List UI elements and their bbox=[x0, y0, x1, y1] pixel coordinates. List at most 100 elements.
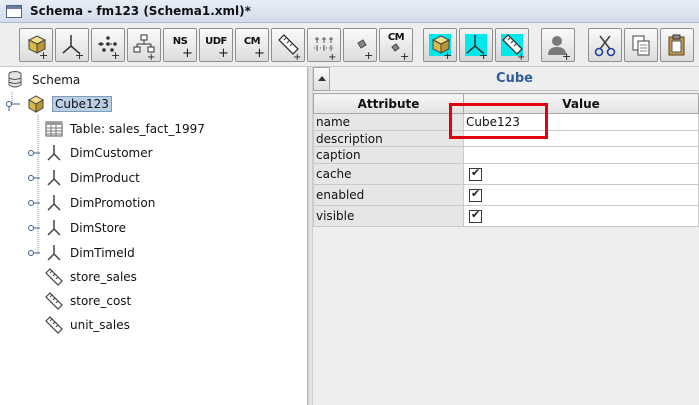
description-value-field[interactable] bbox=[463, 130, 699, 147]
tree-item-cube[interactable]: Cube123 bbox=[6, 94, 112, 114]
table-row: caption bbox=[313, 146, 699, 164]
title-bar: Schema - fm123 (Schema1.xml)* bbox=[0, 0, 699, 23]
svg-text:+: + bbox=[517, 52, 525, 63]
dimension-icon bbox=[44, 243, 64, 263]
window-title: Schema - fm123 (Schema1.xml)* bbox=[30, 4, 251, 18]
window-icon bbox=[6, 5, 22, 18]
property-icon: + bbox=[357, 39, 373, 62]
add-virtual-dimension-button[interactable]: + bbox=[459, 28, 493, 62]
caption-value-field[interactable] bbox=[463, 146, 699, 164]
tree-item-dimension[interactable]: DimStore bbox=[28, 218, 126, 238]
column-header-value[interactable]: Value bbox=[463, 93, 699, 114]
add-virtual-cube-button[interactable]: + bbox=[423, 28, 457, 62]
expand-handle-icon[interactable] bbox=[28, 172, 40, 184]
svg-text:+: + bbox=[562, 50, 571, 63]
tree-item-label: Table: sales_fact_1997 bbox=[70, 122, 205, 136]
toolbar: + + + + NS + UDF + CM + + + + CM + + + +… bbox=[0, 23, 699, 67]
svg-text:+: + bbox=[443, 49, 452, 62]
measure-icon bbox=[44, 315, 64, 335]
add-measure-button[interactable]: + bbox=[271, 28, 305, 63]
svg-text:+: + bbox=[39, 49, 48, 62]
dimension-icon bbox=[44, 168, 64, 188]
parameter-icon: + bbox=[314, 37, 336, 63]
tree-item-measure[interactable]: unit_sales bbox=[44, 315, 130, 335]
measure-icon bbox=[44, 267, 64, 287]
plus-icon: + bbox=[254, 46, 265, 61]
add-role-button[interactable]: + bbox=[541, 28, 575, 63]
tree-item-label: unit_sales bbox=[70, 318, 130, 332]
copy-button[interactable] bbox=[624, 28, 658, 62]
expand-handle-icon[interactable] bbox=[28, 147, 40, 159]
tree-item-label: DimCustomer bbox=[70, 146, 153, 160]
name-value-field[interactable]: Cube123 bbox=[463, 113, 699, 131]
add-property-button[interactable]: + bbox=[343, 28, 377, 62]
svg-text:+: + bbox=[293, 52, 301, 63]
expand-handle-icon[interactable] bbox=[28, 247, 40, 259]
collapse-button[interactable] bbox=[313, 67, 330, 91]
add-named-set-button[interactable]: NS + bbox=[163, 28, 197, 62]
svg-text:+: + bbox=[364, 49, 373, 62]
attribute-name-cell: description bbox=[313, 130, 464, 147]
properties-table: Attribute Value name Cube123 description… bbox=[313, 93, 699, 227]
cache-value-cell bbox=[463, 163, 699, 185]
plus-icon: + bbox=[182, 46, 193, 61]
add-parameter-button[interactable]: + bbox=[307, 28, 341, 63]
table-row: cache bbox=[313, 163, 699, 185]
add-dimension-button[interactable]: + bbox=[55, 28, 89, 62]
attribute-name-cell: caption bbox=[313, 146, 464, 164]
gem-icon: + bbox=[391, 43, 409, 63]
enabled-checkbox[interactable] bbox=[469, 187, 482, 202]
add-hierarchy-button[interactable]: + bbox=[91, 28, 125, 62]
enabled-value-cell bbox=[463, 184, 699, 206]
add-level-button[interactable]: + bbox=[127, 28, 161, 63]
svg-text:+: + bbox=[479, 49, 488, 62]
cache-checkbox[interactable] bbox=[469, 166, 482, 181]
tree-item-dimension[interactable]: DimCustomer bbox=[28, 143, 153, 163]
expand-handle-icon[interactable] bbox=[6, 97, 20, 111]
expand-handle-icon[interactable] bbox=[28, 222, 40, 234]
tree-item-dimension[interactable]: DimTimeId bbox=[28, 243, 135, 263]
virtual-cube-icon: + bbox=[431, 35, 452, 62]
tree-item-dimension[interactable]: DimPromotion bbox=[28, 193, 155, 213]
expand-handle-icon[interactable] bbox=[28, 197, 40, 209]
add-cube-button[interactable]: + bbox=[19, 28, 53, 62]
tree-item-label: Cube123 bbox=[52, 96, 112, 112]
visible-checkbox[interactable] bbox=[469, 208, 482, 223]
tree-item-measure[interactable]: store_sales bbox=[44, 267, 137, 287]
paste-button[interactable] bbox=[660, 28, 694, 62]
tree-item-schema[interactable]: Schema bbox=[6, 70, 80, 90]
properties-panel: Cube Attribute Value name Cube123 descri… bbox=[313, 67, 699, 405]
add-calculated-member-button[interactable]: CM + bbox=[235, 28, 269, 62]
table-row: visible bbox=[313, 205, 699, 227]
tree-item-dimension[interactable]: DimProduct bbox=[28, 168, 140, 188]
add-user-defined-function-button[interactable]: UDF + bbox=[199, 28, 233, 62]
add-cm-property-button[interactable]: CM + bbox=[379, 28, 413, 63]
dimension-icon bbox=[44, 193, 64, 213]
table-row: name Cube123 bbox=[313, 113, 699, 131]
cube-icon: + bbox=[27, 35, 48, 62]
tree-item-table[interactable]: Table: sales_fact_1997 bbox=[44, 119, 205, 139]
add-virtual-measure-button[interactable]: + bbox=[495, 28, 529, 63]
schema-tree[interactable]: Schema Cube123 Table: sales_fact_1997 Di… bbox=[0, 67, 308, 405]
tree-item-label: store_sales bbox=[70, 270, 137, 284]
attribute-name-cell: cache bbox=[313, 163, 464, 185]
attribute-name-cell: name bbox=[313, 113, 464, 131]
attribute-name-cell: visible bbox=[313, 205, 464, 227]
tree-item-label: DimStore bbox=[70, 221, 126, 235]
svg-text:+: + bbox=[400, 50, 409, 63]
copy-icon bbox=[632, 35, 650, 56]
svg-text:+: + bbox=[75, 49, 84, 62]
tree-item-label: store_cost bbox=[70, 294, 132, 308]
attribute-name-cell: enabled bbox=[313, 184, 464, 206]
visible-value-cell bbox=[463, 205, 699, 227]
measure-icon: + bbox=[278, 34, 301, 63]
virtual-dimension-icon: + bbox=[466, 35, 488, 62]
svg-text:+: + bbox=[328, 52, 336, 63]
column-header-attribute[interactable]: Attribute bbox=[313, 93, 464, 114]
paste-icon bbox=[668, 34, 685, 56]
tree-item-measure[interactable]: store_cost bbox=[44, 291, 131, 311]
cut-button[interactable] bbox=[588, 28, 622, 62]
svg-text:+: + bbox=[111, 49, 120, 62]
properties-header: Cube bbox=[313, 67, 699, 91]
plus-icon: + bbox=[218, 46, 229, 61]
